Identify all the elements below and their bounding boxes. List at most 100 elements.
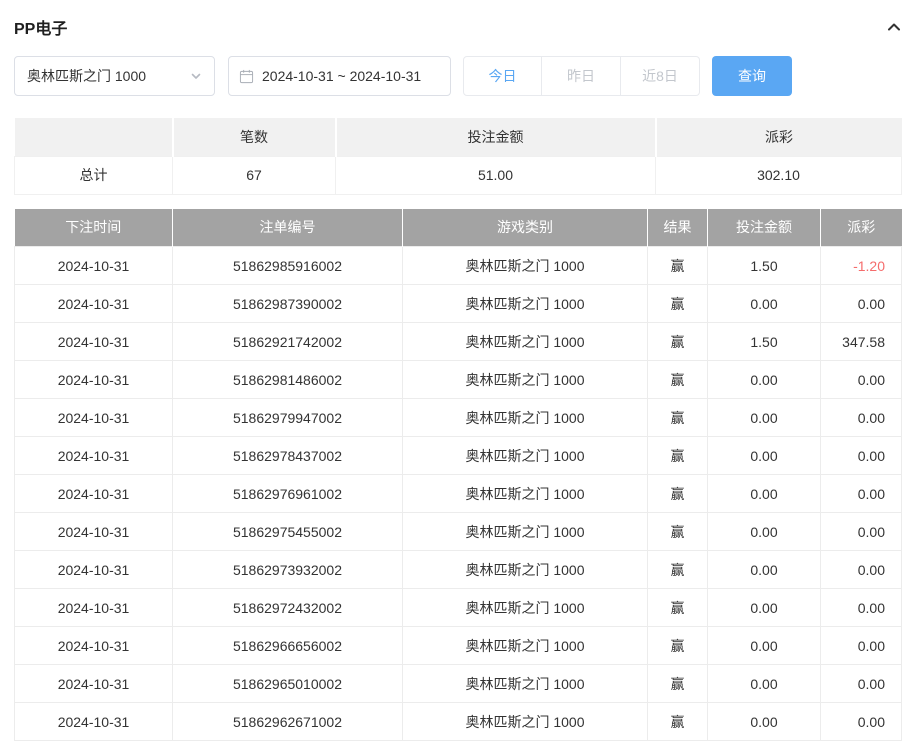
summary-header-empty [15, 118, 173, 156]
summary-header-row: 笔数 投注金额 派彩 [15, 118, 902, 156]
cell-result: 赢 [648, 513, 708, 551]
table-row: 2024-10-31 51862965010002 奥林匹斯之门 1000 赢 … [15, 665, 902, 703]
cell-result: 赢 [648, 399, 708, 437]
summary-total-count: 67 [173, 156, 336, 194]
table-row: 2024-10-31 51862976961002 奥林匹斯之门 1000 赢 … [15, 475, 902, 513]
cell-bet-amount: 1.50 [708, 247, 821, 285]
cell-payout: 0.00 [821, 665, 902, 703]
cell-order-no: 51862987390002 [173, 285, 403, 323]
cell-payout: 0.00 [821, 627, 902, 665]
records-table: 下注时间 注单编号 游戏类别 结果 投注金额 派彩 2024-10-31 518… [14, 209, 902, 741]
table-row: 2024-10-31 51862985916002 奥林匹斯之门 1000 赢 … [15, 247, 902, 285]
cell-order-no: 51862985916002 [173, 247, 403, 285]
cell-bet-time: 2024-10-31 [15, 399, 173, 437]
table-row: 2024-10-31 51862966656002 奥林匹斯之门 1000 赢 … [15, 627, 902, 665]
records-header-game-type: 游戏类别 [403, 209, 648, 247]
cell-payout: 0.00 [821, 437, 902, 475]
cell-result: 赢 [648, 361, 708, 399]
cell-payout: -1.20 [821, 247, 902, 285]
table-row: 2024-10-31 51862962671002 奥林匹斯之门 1000 赢 … [15, 703, 902, 741]
quick-range-today-button[interactable]: 今日 [463, 56, 542, 96]
cell-result: 赢 [648, 437, 708, 475]
cell-order-no: 51862921742002 [173, 323, 403, 361]
cell-bet-amount: 0.00 [708, 589, 821, 627]
cell-result: 赢 [648, 589, 708, 627]
game-select[interactable]: 奥林匹斯之门 1000 [14, 56, 215, 96]
cell-game-type: 奥林匹斯之门 1000 [403, 475, 648, 513]
cell-bet-time: 2024-10-31 [15, 665, 173, 703]
table-row: 2024-10-31 51862978437002 奥林匹斯之门 1000 赢 … [15, 437, 902, 475]
records-header-bet-amount: 投注金额 [708, 209, 821, 247]
quick-range-last8days-button[interactable]: 近8日 [621, 56, 700, 96]
date-range-picker[interactable]: 2024-10-31 ~ 2024-10-31 [228, 56, 451, 96]
cell-game-type: 奥林匹斯之门 1000 [403, 513, 648, 551]
cell-game-type: 奥林匹斯之门 1000 [403, 247, 648, 285]
cell-payout: 0.00 [821, 399, 902, 437]
summary-total-label: 总计 [15, 156, 173, 194]
cell-payout: 0.00 [821, 703, 902, 741]
summary-header-count: 笔数 [173, 118, 336, 156]
cell-result: 赢 [648, 665, 708, 703]
cell-payout: 0.00 [821, 361, 902, 399]
records-header-order-no: 注单编号 [173, 209, 403, 247]
collapse-chevron-up-icon[interactable] [886, 19, 902, 35]
cell-game-type: 奥林匹斯之门 1000 [403, 361, 648, 399]
records-table-body: 2024-10-31 51862985916002 奥林匹斯之门 1000 赢 … [15, 247, 902, 741]
cell-result: 赢 [648, 703, 708, 741]
cell-bet-time: 2024-10-31 [15, 551, 173, 589]
records-header-payout: 派彩 [821, 209, 902, 247]
search-button[interactable]: 查询 [712, 56, 792, 96]
cell-payout: 347.58 [821, 323, 902, 361]
cell-bet-time: 2024-10-31 [15, 323, 173, 361]
cell-order-no: 51862962671002 [173, 703, 403, 741]
pp-electronic-panel: PP电子 奥林匹斯之门 1000 2024-10-31 ~ 2024-10-31… [0, 0, 916, 741]
cell-order-no: 51862976961002 [173, 475, 403, 513]
chevron-up-icon [886, 19, 902, 35]
cell-bet-time: 2024-10-31 [15, 627, 173, 665]
cell-bet-amount: 0.00 [708, 399, 821, 437]
cell-bet-time: 2024-10-31 [15, 285, 173, 323]
summary-total-bet-amount: 51.00 [336, 156, 656, 194]
cell-bet-amount: 0.00 [708, 285, 821, 323]
cell-game-type: 奥林匹斯之门 1000 [403, 665, 648, 703]
summary-total-row: 总计 67 51.00 302.10 [15, 156, 902, 194]
chevron-down-icon [190, 70, 202, 82]
cell-bet-time: 2024-10-31 [15, 475, 173, 513]
cell-bet-amount: 0.00 [708, 703, 821, 741]
cell-game-type: 奥林匹斯之门 1000 [403, 627, 648, 665]
table-row: 2024-10-31 51862987390002 奥林匹斯之门 1000 赢 … [15, 285, 902, 323]
cell-bet-amount: 0.00 [708, 665, 821, 703]
table-row: 2024-10-31 51862981486002 奥林匹斯之门 1000 赢 … [15, 361, 902, 399]
cell-result: 赢 [648, 247, 708, 285]
cell-game-type: 奥林匹斯之门 1000 [403, 285, 648, 323]
cell-game-type: 奥林匹斯之门 1000 [403, 589, 648, 627]
summary-header-payout: 派彩 [656, 118, 902, 156]
summary-header-bet-amount: 投注金额 [336, 118, 656, 156]
cell-game-type: 奥林匹斯之门 1000 [403, 323, 648, 361]
cell-bet-amount: 0.00 [708, 361, 821, 399]
cell-game-type: 奥林匹斯之门 1000 [403, 551, 648, 589]
cell-bet-time: 2024-10-31 [15, 437, 173, 475]
cell-bet-amount: 0.00 [708, 513, 821, 551]
cell-bet-amount: 0.00 [708, 437, 821, 475]
cell-order-no: 51862965010002 [173, 665, 403, 703]
cell-result: 赢 [648, 627, 708, 665]
table-row: 2024-10-31 51862975455002 奥林匹斯之门 1000 赢 … [15, 513, 902, 551]
records-header-result: 结果 [648, 209, 708, 247]
records-header-bet-time: 下注时间 [15, 209, 173, 247]
table-row: 2024-10-31 51862979947002 奥林匹斯之门 1000 赢 … [15, 399, 902, 437]
summary-table: 笔数 投注金额 派彩 总计 67 51.00 302.10 [14, 118, 902, 195]
cell-order-no: 51862973932002 [173, 551, 403, 589]
calendar-icon [239, 69, 254, 84]
table-row: 2024-10-31 51862972432002 奥林匹斯之门 1000 赢 … [15, 589, 902, 627]
cell-result: 赢 [648, 551, 708, 589]
cell-game-type: 奥林匹斯之门 1000 [403, 399, 648, 437]
game-select-value: 奥林匹斯之门 1000 [27, 66, 146, 86]
cell-payout: 0.00 [821, 551, 902, 589]
cell-result: 赢 [648, 323, 708, 361]
cell-bet-amount: 0.00 [708, 627, 821, 665]
cell-order-no: 51862966656002 [173, 627, 403, 665]
cell-result: 赢 [648, 285, 708, 323]
quick-range-yesterday-button[interactable]: 昨日 [542, 56, 621, 96]
panel-header: PP电子 [14, 10, 902, 44]
